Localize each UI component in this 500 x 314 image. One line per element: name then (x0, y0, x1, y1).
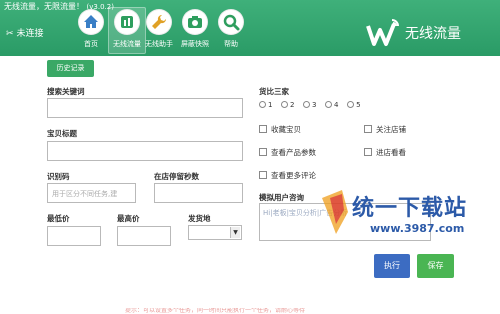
compare-radio-2[interactable]: 2 (281, 101, 294, 109)
compare-radio-5[interactable]: 5 (347, 101, 361, 109)
nav-assistant[interactable]: 无线助手 (140, 9, 178, 49)
max-price-input[interactable] (117, 226, 171, 246)
checkbox-icon (364, 125, 372, 133)
compare-radio-4[interactable]: 4 (325, 101, 339, 109)
radio-icon (347, 101, 355, 108)
connection-label: 未连接 (16, 29, 44, 39)
stay-seconds-label: 在店停留秒数 (154, 172, 199, 181)
nav-help[interactable]: 帮助 (212, 9, 250, 49)
compare-option-label: 2 (290, 101, 295, 109)
save-button[interactable]: 保存 (417, 254, 454, 278)
id-code-label: 识别码 (47, 172, 70, 181)
min-price-input[interactable] (47, 226, 101, 246)
view-params-checkbox[interactable]: 查看产品参数 (259, 147, 316, 158)
search-keyword-label: 搜索关键词 (47, 87, 85, 96)
nav-help-label: 帮助 (224, 40, 238, 48)
more-reviews-checkbox[interactable]: 查看更多评论 (259, 170, 316, 181)
compare-radio-3[interactable]: 3 (303, 101, 317, 109)
max-price-label: 最高价 (117, 214, 140, 223)
simulate-label: 模拟用户咨询 (259, 193, 304, 202)
follow-shop-label: 关注店铺 (376, 125, 406, 134)
nav-snapshot[interactable]: 屏蔽快照 (176, 9, 214, 49)
checkbox-icon (364, 148, 372, 156)
brand-logo-icon (366, 19, 399, 46)
nav-home-label: 首页 (84, 40, 98, 48)
ship-from-label: 发货地 (188, 214, 211, 223)
compare-option-label: 4 (334, 101, 339, 109)
search-keyword-input[interactable] (47, 98, 243, 118)
radio-icon (303, 101, 311, 108)
main-panel: 历史记录 搜索关键词 宝贝标题 识别码 用于区分不同任务,建 在店停留秒数 最低… (0, 56, 500, 314)
magnifier-icon (218, 9, 244, 35)
enter-shop-checkbox[interactable]: 进店看看 (364, 147, 406, 158)
more-reviews-label: 查看更多评论 (271, 171, 316, 180)
favorite-checkbox[interactable]: 收藏宝贝 (259, 124, 301, 135)
brand-logo-text: 无线流量 (405, 26, 461, 42)
connection-status[interactable]: ✂ 未连接 (6, 26, 44, 39)
nav-snapshot-label: 屏蔽快照 (181, 40, 209, 48)
radio-icon (325, 101, 333, 108)
checkbox-icon (259, 171, 267, 179)
history-button[interactable]: 历史记录 (47, 60, 94, 77)
view-params-label: 查看产品参数 (271, 148, 316, 157)
camera-icon (182, 9, 208, 35)
ship-from-select[interactable]: ▼ (188, 225, 242, 240)
unlink-icon: ✂ (6, 29, 14, 39)
app-header: 无线流量，无限流量！ (v3.0.2) ✂ 未连接 首页 无线流量 无线助手 屏蔽… (0, 0, 500, 56)
compare-radio-1[interactable]: 1 (259, 101, 272, 109)
radio-icon (259, 101, 266, 108)
home-icon (78, 9, 104, 35)
stay-seconds-input[interactable] (154, 183, 243, 203)
watermark-text: 统一下载站 (352, 196, 468, 221)
compare-option-label: 1 (268, 101, 273, 109)
nav-assistant-label: 无线助手 (145, 40, 173, 48)
compare-option-label: 3 (312, 101, 317, 109)
wrench-icon (146, 9, 172, 35)
min-price-label: 最低价 (47, 214, 70, 223)
radio-icon (281, 101, 289, 108)
checkbox-icon (259, 148, 267, 156)
checkbox-icon (259, 125, 267, 133)
nav-home[interactable]: 首页 (72, 9, 110, 49)
favorite-label: 收藏宝贝 (271, 125, 301, 134)
chevron-down-icon: ▼ (230, 227, 240, 238)
traffic-icon (114, 9, 140, 35)
product-title-input[interactable] (47, 141, 243, 161)
compare-option-label: 5 (356, 101, 361, 109)
compare-radio-group: 1 2 3 4 5 (259, 100, 367, 109)
watermark-url: www.3987.com (370, 222, 465, 235)
enter-shop-label: 进店看看 (376, 148, 406, 157)
execute-button[interactable]: 执行 (374, 254, 410, 278)
product-title-label: 宝贝标题 (47, 129, 77, 138)
follow-shop-checkbox[interactable]: 关注店铺 (364, 124, 406, 135)
footer-hint: 提示：可以设置多个任务，同一时间只能执行一个任务，请耐心等待 (125, 308, 306, 314)
id-code-input[interactable]: 用于区分不同任务,建 (47, 183, 136, 203)
compare-label: 货比三家 (259, 87, 289, 96)
